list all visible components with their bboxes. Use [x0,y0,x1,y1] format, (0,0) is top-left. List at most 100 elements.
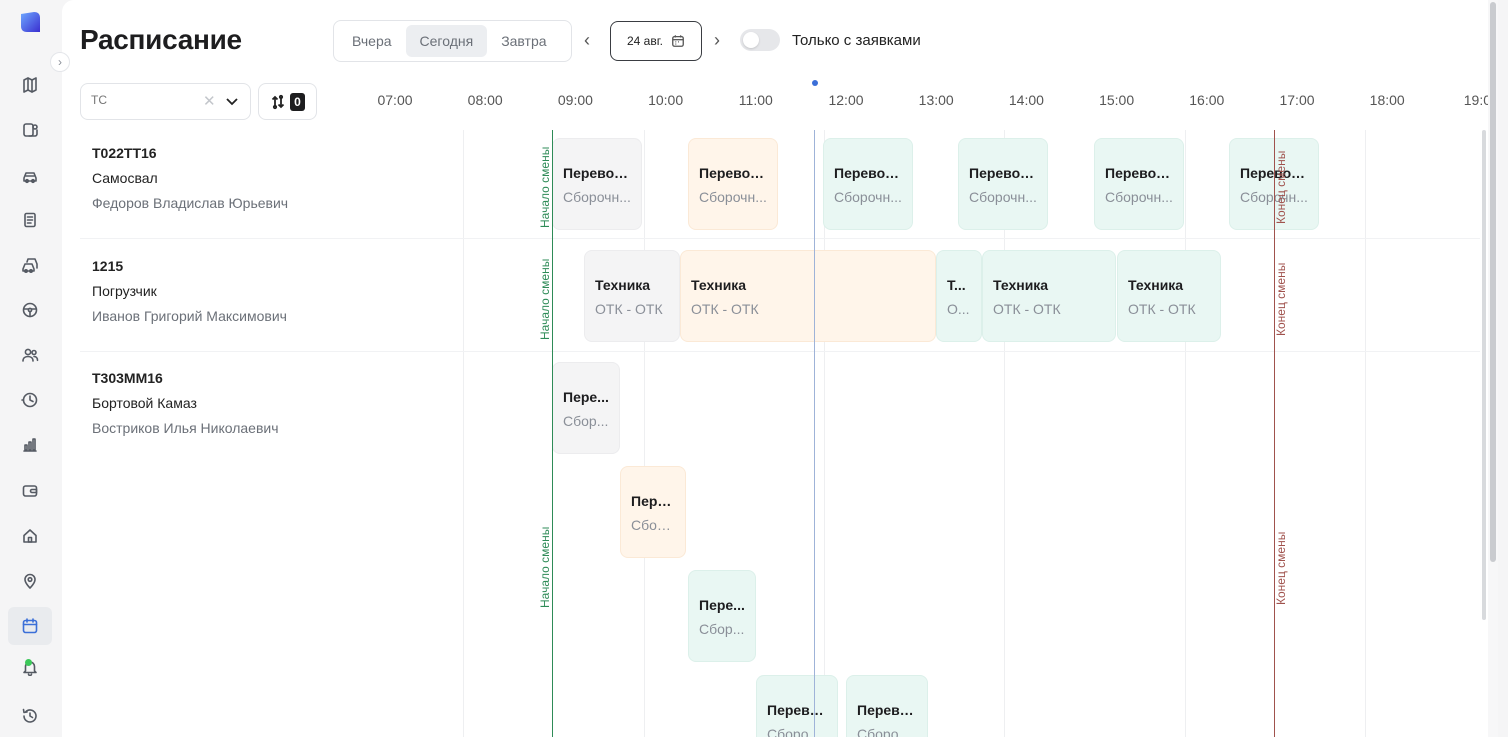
vehicle-row-info[interactable]: Т022ТТ16 Самосвал Федоров Владислав Юрьеви… [92,145,288,211]
nav-history-clock[interactable] [16,386,44,414]
hour-label: 16:00 [1189,92,1225,108]
vehicle-type: Бортовой Камаз [92,395,197,411]
location-pin-icon [24,573,36,589]
tab-day-1[interactable]: Сегодня [405,25,488,57]
block-subtitle: Сборочн... [563,189,631,205]
document-icon [24,212,36,228]
toggle-knob [743,32,759,48]
sort-count-badge: 0 [290,92,305,111]
only-with-requests-toggle[interactable] [740,29,780,51]
shift-end-label: Конец смены [1274,150,1288,224]
schedule-block[interactable]: Пере... Сбор... [620,466,686,558]
block-subtitle: Сборочн... [1105,189,1173,205]
nav-bell[interactable] [16,653,44,681]
schedule-block[interactable]: Перево... Сборочн... [846,675,928,737]
home-icon [23,529,37,543]
vehicle-type: Самосвал [92,170,158,186]
schedule-block[interactable]: Перево... Сборочн... [756,675,838,737]
sidebar-collapse-button[interactable]: › [50,52,70,72]
sort-button[interactable]: 0 [258,83,317,120]
calendar-icon [672,35,684,47]
nav-map[interactable] [16,70,44,98]
hour-label: 15:00 [1099,92,1135,108]
current-time-line [814,130,815,737]
driver-name: Федоров Владислав Юрьевич [92,195,289,211]
driver-name: Востриков Илья Николаевич [92,420,279,436]
schedule-block[interactable]: Перевоз... Сборочн... [1094,138,1184,230]
hour-label: 14:00 [1008,92,1044,108]
shift-start-label: Начало смены [538,258,552,340]
wallet-icon [22,485,38,497]
prev-day-button[interactable]: ‹ [584,30,590,51]
routes-icon [23,123,38,137]
vehicle-filter-select[interactable]: ✕ [80,83,251,120]
vehicle-plate: Т022ТТ16 [92,145,157,161]
nav-chart[interactable] [16,431,44,459]
sidebar [0,0,60,737]
block-subtitle: ОТК - ОТК [595,301,663,317]
hour-label: 11:00 [738,92,773,108]
nav-location-pin[interactable] [16,567,44,595]
shift-start-label: Начало смены [538,526,552,608]
history-clock-icon [21,392,38,408]
nav-home[interactable] [16,522,44,550]
nav-calendar[interactable] [8,607,52,645]
block-subtitle: Сбор... [699,621,745,637]
vehicle-icon [23,172,37,184]
block-title: Перево... [857,702,918,718]
block-title: Перевоз... [699,165,768,181]
nav-routes[interactable] [16,116,44,144]
shift-end-label: Конец смены [1274,531,1288,605]
block-title: Техника [1128,277,1184,293]
logo-icon[interactable] [18,10,42,34]
page-scrollbar[interactable] [1488,0,1498,737]
page-title: Расписание [80,24,242,55]
clear-icon[interactable]: ✕ [203,92,216,110]
timeline-scrollbar[interactable] [1482,130,1486,620]
nav-wallet[interactable] [16,477,44,505]
schedule-block[interactable]: Техника ОТК - ОТК [1117,250,1221,342]
block-subtitle: ОТК - ОТК [993,301,1061,317]
steering-wheel-icon [22,302,38,318]
schedule-block[interactable]: Пере... Сбор... [688,570,756,662]
vehicle-row-info[interactable]: Т303ММ16 Бортовой Камаз Востриков Илья Ник… [92,370,279,436]
chevron-down-icon[interactable] [225,94,239,108]
block-subtitle: Сборочн... [969,189,1037,205]
block-title: Техника [595,277,651,293]
block-title: Т... [947,277,966,293]
grid-line [463,130,465,737]
hour-label: 18:00 [1369,92,1405,108]
tab-day-2[interactable]: Завтра [487,25,560,57]
vehicle-type: Погрузчик [92,283,157,299]
vehicle-plate: 1215 [92,258,124,274]
nav-vehicle[interactable] [16,161,44,189]
schedule-block[interactable]: Техника ОТК - ОТК [680,250,936,342]
schedule-block[interactable]: Перевоз... Сборочн... [958,138,1048,230]
nav-users[interactable] [16,341,44,369]
block-subtitle: Сборочн... [699,189,767,205]
next-day-button[interactable]: › [714,30,720,51]
nav-recent-history[interactable] [16,702,44,730]
nav-document[interactable] [16,206,44,234]
tab-day-0[interactable]: Вчера [338,25,406,57]
schedule-block[interactable]: Перевоз... Сборочн... [823,138,913,230]
schedule-block[interactable]: Перевоз... Сборочн... [552,138,642,230]
date-picker-button[interactable]: 24 авг. [610,21,702,61]
vehicle-filter-input[interactable] [91,93,191,107]
block-subtitle: Сборочн... [857,726,918,737]
fleet-icon [22,258,38,274]
shift-start-line [552,130,553,737]
scrollbar-thumb[interactable] [1490,2,1496,562]
nav-fleet[interactable] [16,251,44,279]
block-subtitle: Сборочн... [834,189,902,205]
block-subtitle: ОТК - ОТК [1128,301,1196,317]
toggle-label: Только с заявками [792,32,921,49]
block-subtitle: Сбор... [563,413,609,429]
schedule-block[interactable]: Техника ОТК - ОТК [982,250,1116,342]
schedule-block[interactable]: Т... О... [936,250,982,342]
vehicle-row-info[interactable]: 1215 Погрузчик Иванов Григорий Максимович [92,258,287,324]
nav-steering-wheel[interactable] [16,296,44,324]
schedule-block[interactable]: Техника ОТК - ОТК [584,250,680,342]
schedule-block[interactable]: Перевоз... Сборочн... [688,138,778,230]
schedule-block[interactable]: Пере... Сбор... [552,362,620,454]
